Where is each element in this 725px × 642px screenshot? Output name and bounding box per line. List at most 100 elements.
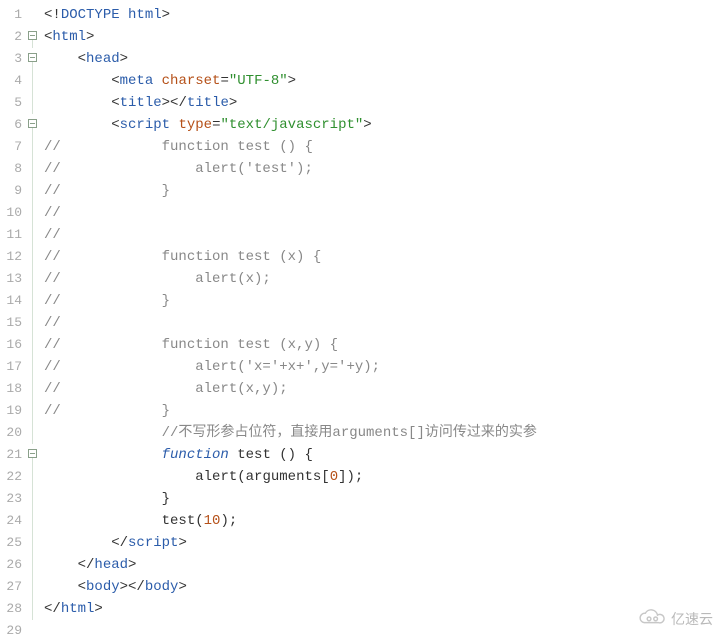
token-cmt: // alert(x,y); (44, 381, 288, 397)
line-number: 5 (0, 92, 22, 114)
code-editor: 1234567891011121314151617181920212223242… (0, 0, 725, 641)
token-tag: script (128, 535, 178, 551)
fold-guide (28, 158, 40, 180)
code-line: alert(arguments[0]); (44, 466, 725, 488)
code-line: // function test () { (44, 136, 725, 158)
fold-guide (28, 246, 40, 268)
line-number: 7 (0, 136, 22, 158)
token-pun: > (229, 95, 237, 111)
token-pun: ></ (162, 95, 187, 111)
fold-guide (28, 334, 40, 356)
token-pun: ]); (338, 469, 363, 485)
token-pun: </ (44, 557, 94, 573)
token-cmt: // alert(x); (44, 271, 271, 287)
code-line: // } (44, 290, 725, 312)
token-pun: > (288, 73, 296, 89)
token-cmt: // function test (x) { (44, 249, 321, 265)
code-line: // alert(x); (44, 268, 725, 290)
token-cmt: // alert('x='+x+',y='+y); (44, 359, 380, 375)
fold-guide (28, 576, 40, 598)
token-pun: < (44, 95, 120, 111)
line-number: 11 (0, 224, 22, 246)
fold-guide (28, 180, 40, 202)
fold-toggle-icon[interactable] (28, 26, 40, 48)
line-number: 16 (0, 334, 22, 356)
fold-guide (28, 598, 40, 620)
token-pun: </ (44, 601, 61, 617)
token-tag: title (187, 95, 229, 111)
code-line: <body></body> (44, 576, 725, 598)
line-number: 21 (0, 444, 22, 466)
token-tag: script (120, 117, 170, 133)
code-line: // (44, 224, 725, 246)
fold-guide (28, 532, 40, 554)
line-number: 28 (0, 598, 22, 620)
token-pun: > (120, 51, 128, 67)
line-number: 20 (0, 422, 22, 444)
fold-guide (28, 290, 40, 312)
token-cmt: // function test (x,y) { (44, 337, 338, 353)
fold-guide (28, 202, 40, 224)
line-number: 24 (0, 510, 22, 532)
token-tag: DOCTYPE html (61, 7, 162, 23)
token-cmt: // (44, 227, 61, 243)
token-fn: alert (195, 469, 237, 485)
line-number: 2 (0, 26, 22, 48)
code-line: // (44, 312, 725, 334)
line-number: 19 (0, 400, 22, 422)
cloud-icon (635, 606, 665, 631)
fold-guide (28, 356, 40, 378)
code-area: <!DOCTYPE html><html> <head> <meta chars… (40, 0, 725, 641)
code-line: </html> (44, 598, 725, 620)
fold-toggle-icon[interactable] (28, 114, 40, 136)
line-number: 9 (0, 180, 22, 202)
token-pun: = (220, 73, 228, 89)
fold-guide (28, 4, 40, 26)
code-line: <script type="text/javascript"> (44, 114, 725, 136)
fold-toggle-icon[interactable] (28, 444, 40, 466)
fold-guide (28, 136, 40, 158)
code-line: // } (44, 400, 725, 422)
fold-guide (28, 422, 40, 444)
code-line: <html> (44, 26, 725, 48)
token-tag: meta (120, 73, 154, 89)
line-number: 22 (0, 466, 22, 488)
token-pun: </ (44, 535, 128, 551)
token-pun (153, 73, 161, 89)
token-pun: > (128, 557, 136, 573)
code-line: <!DOCTYPE html> (44, 4, 725, 26)
fold-guide (28, 92, 40, 114)
line-number: 17 (0, 356, 22, 378)
code-line: <title></title> (44, 92, 725, 114)
code-line: </head> (44, 554, 725, 576)
token-pun (44, 513, 162, 529)
token-pun: ( (195, 513, 203, 529)
code-line: // alert(x,y); (44, 378, 725, 400)
line-number: 10 (0, 202, 22, 224)
fold-guide (28, 466, 40, 488)
token-cmt: // (44, 205, 61, 221)
token-cmt: // alert('test'); (44, 161, 313, 177)
code-line: // } (44, 180, 725, 202)
token-attr: charset (162, 73, 221, 89)
code-line: } (44, 488, 725, 510)
token-pun: > (178, 579, 186, 595)
token-tag: title (120, 95, 162, 111)
token-pun: [ (321, 469, 329, 485)
token-num: 0 (330, 469, 338, 485)
token-tag: html (52, 29, 86, 45)
fold-toggle-icon[interactable] (28, 48, 40, 70)
token-pun (229, 447, 237, 463)
token-fn: arguments (246, 469, 322, 485)
code-line: // alert('x='+x+',y='+y); (44, 356, 725, 378)
line-number: 3 (0, 48, 22, 70)
token-pun: } (44, 491, 170, 507)
token-pun: > (363, 117, 371, 133)
token-fn: test (237, 447, 271, 463)
fold-guide (28, 268, 40, 290)
token-tag: head (94, 557, 128, 573)
token-pun: > (162, 7, 170, 23)
code-line: function test () { (44, 444, 725, 466)
token-str: "UTF-8" (229, 73, 288, 89)
line-number: 13 (0, 268, 22, 290)
